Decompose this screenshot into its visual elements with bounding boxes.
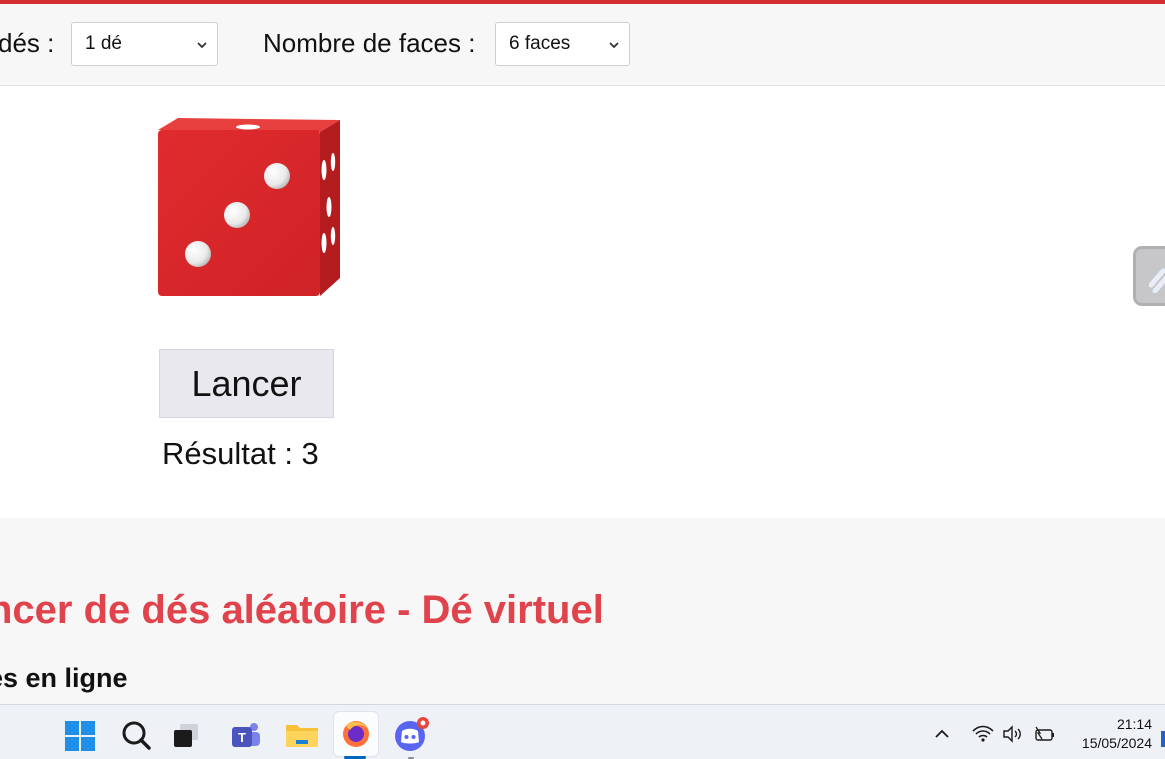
wifi-icon[interactable] (971, 723, 995, 745)
chevron-down-icon (608, 23, 620, 65)
dice-options-toolbar: dés : 1 dé Nombre de faces : 6 faces (0, 4, 1165, 86)
side-scroll-widget[interactable] (1133, 246, 1165, 306)
faces-count-select[interactable]: 6 faces (495, 22, 630, 66)
clock-date: 15/05/2024 (1081, 735, 1152, 751)
system-clock[interactable]: 21:14 15/05/2024 (1060, 715, 1152, 753)
dice-count-value: 1 dé (85, 33, 122, 54)
search-icon[interactable] (116, 715, 156, 755)
svg-text:T: T (238, 730, 246, 745)
faces-count-label: Nombre de faces : (263, 28, 476, 58)
article-section: ncer de dés aléatoire - Dé virtuel es en… (0, 518, 1165, 704)
firefox-taskbar-button[interactable] (333, 711, 379, 757)
page-subtitle: es en ligne (0, 663, 128, 693)
roll-button[interactable]: Lancer (159, 349, 334, 418)
task-view-icon[interactable] (168, 715, 208, 755)
taskbar: T 21:14 15/05/2024 (0, 704, 1165, 759)
firefox-icon (343, 721, 369, 747)
chevron-up-icon[interactable] (932, 723, 952, 745)
dice-count-select[interactable]: 1 dé (71, 22, 218, 66)
dice-count-label: dés : (0, 28, 55, 58)
result-text: Résultat : 3 (162, 436, 319, 471)
file-explorer-icon[interactable] (282, 715, 322, 755)
windows-start-icon[interactable] (60, 715, 100, 755)
notification-edge (1161, 731, 1165, 747)
clock-time: 21:14 (1116, 716, 1152, 732)
teams-icon[interactable]: T (226, 715, 266, 755)
chevron-down-icon (196, 23, 208, 65)
arrow-icon (1149, 268, 1165, 293)
faces-count-value: 6 faces (509, 33, 571, 54)
battery-icon[interactable] (1032, 723, 1056, 745)
page-title: ncer de dés aléatoire - Dé virtuel (0, 588, 604, 632)
volume-icon[interactable] (1001, 723, 1023, 745)
discord-icon[interactable] (390, 715, 430, 755)
dice-image[interactable] (156, 116, 342, 300)
